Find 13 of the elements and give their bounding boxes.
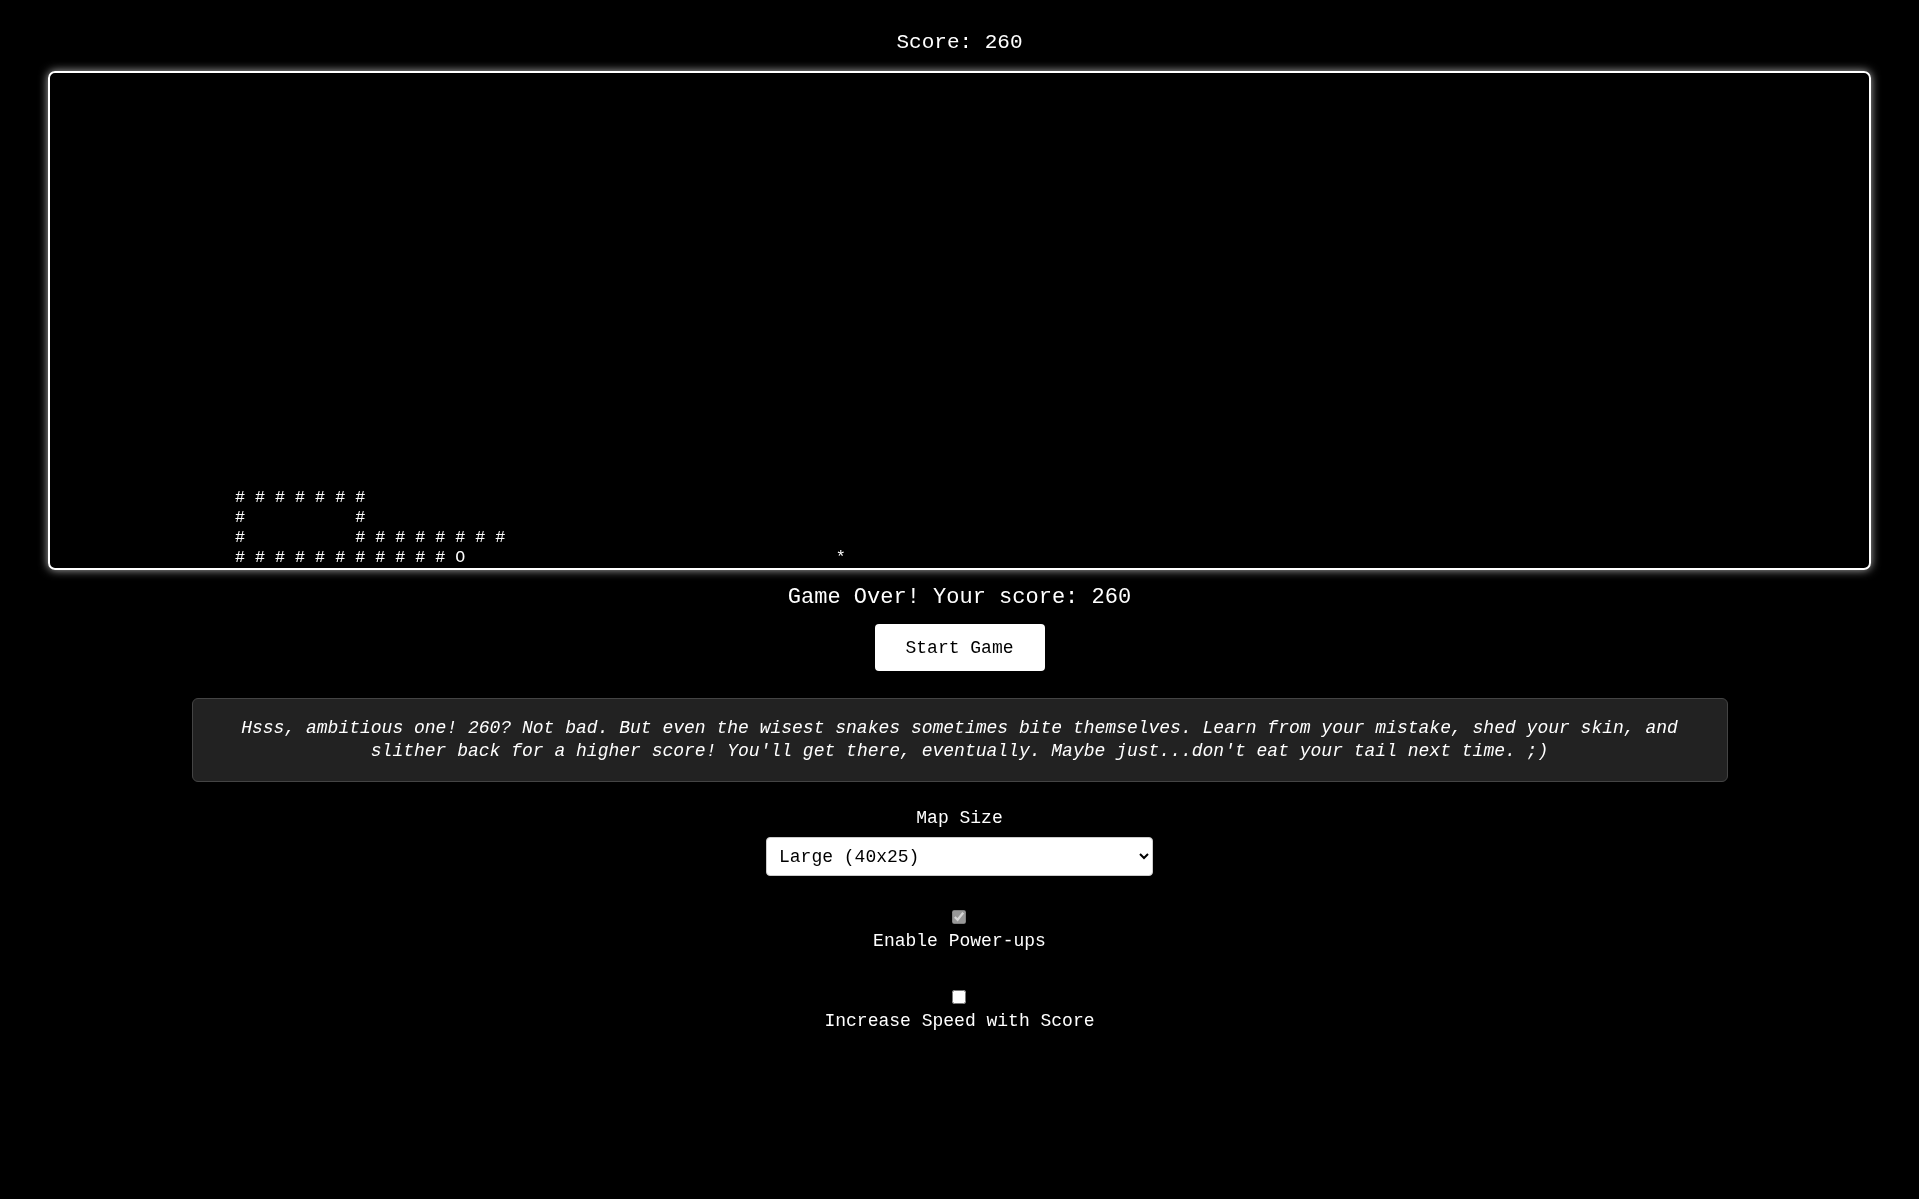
score-label: Score: 260 (896, 31, 1023, 55)
setting-label: Enable Power-ups (873, 930, 1046, 952)
board-row-text: # # # # # # # # # # # O * (235, 548, 847, 568)
board-row-text: # # # # # # # # # (235, 528, 507, 548)
board-row-text: # # # # # # # (235, 488, 367, 508)
map-size-select[interactable]: Large (40x25) (766, 837, 1153, 876)
message-panel: Hsss, ambitious one! 260? Not bad. But even the wisest snakes sometimes bite themselves. Learn from your mistake, shed your skin, and slither back for a higher score! You'll get there, eventually. Maybe just...don't eat your tail next time. ;) (191, 698, 1728, 782)
board-row-text: # # (235, 508, 367, 528)
game-over-text: Game Over! Your score: 260 (787, 584, 1132, 612)
start-game-button[interactable]: Start Game (874, 624, 1045, 671)
map-size-label: Map Size (916, 807, 1003, 829)
setting-label: Increase Speed with Score (824, 1010, 1095, 1032)
setting-checkbox[interactable] (952, 990, 967, 1004)
